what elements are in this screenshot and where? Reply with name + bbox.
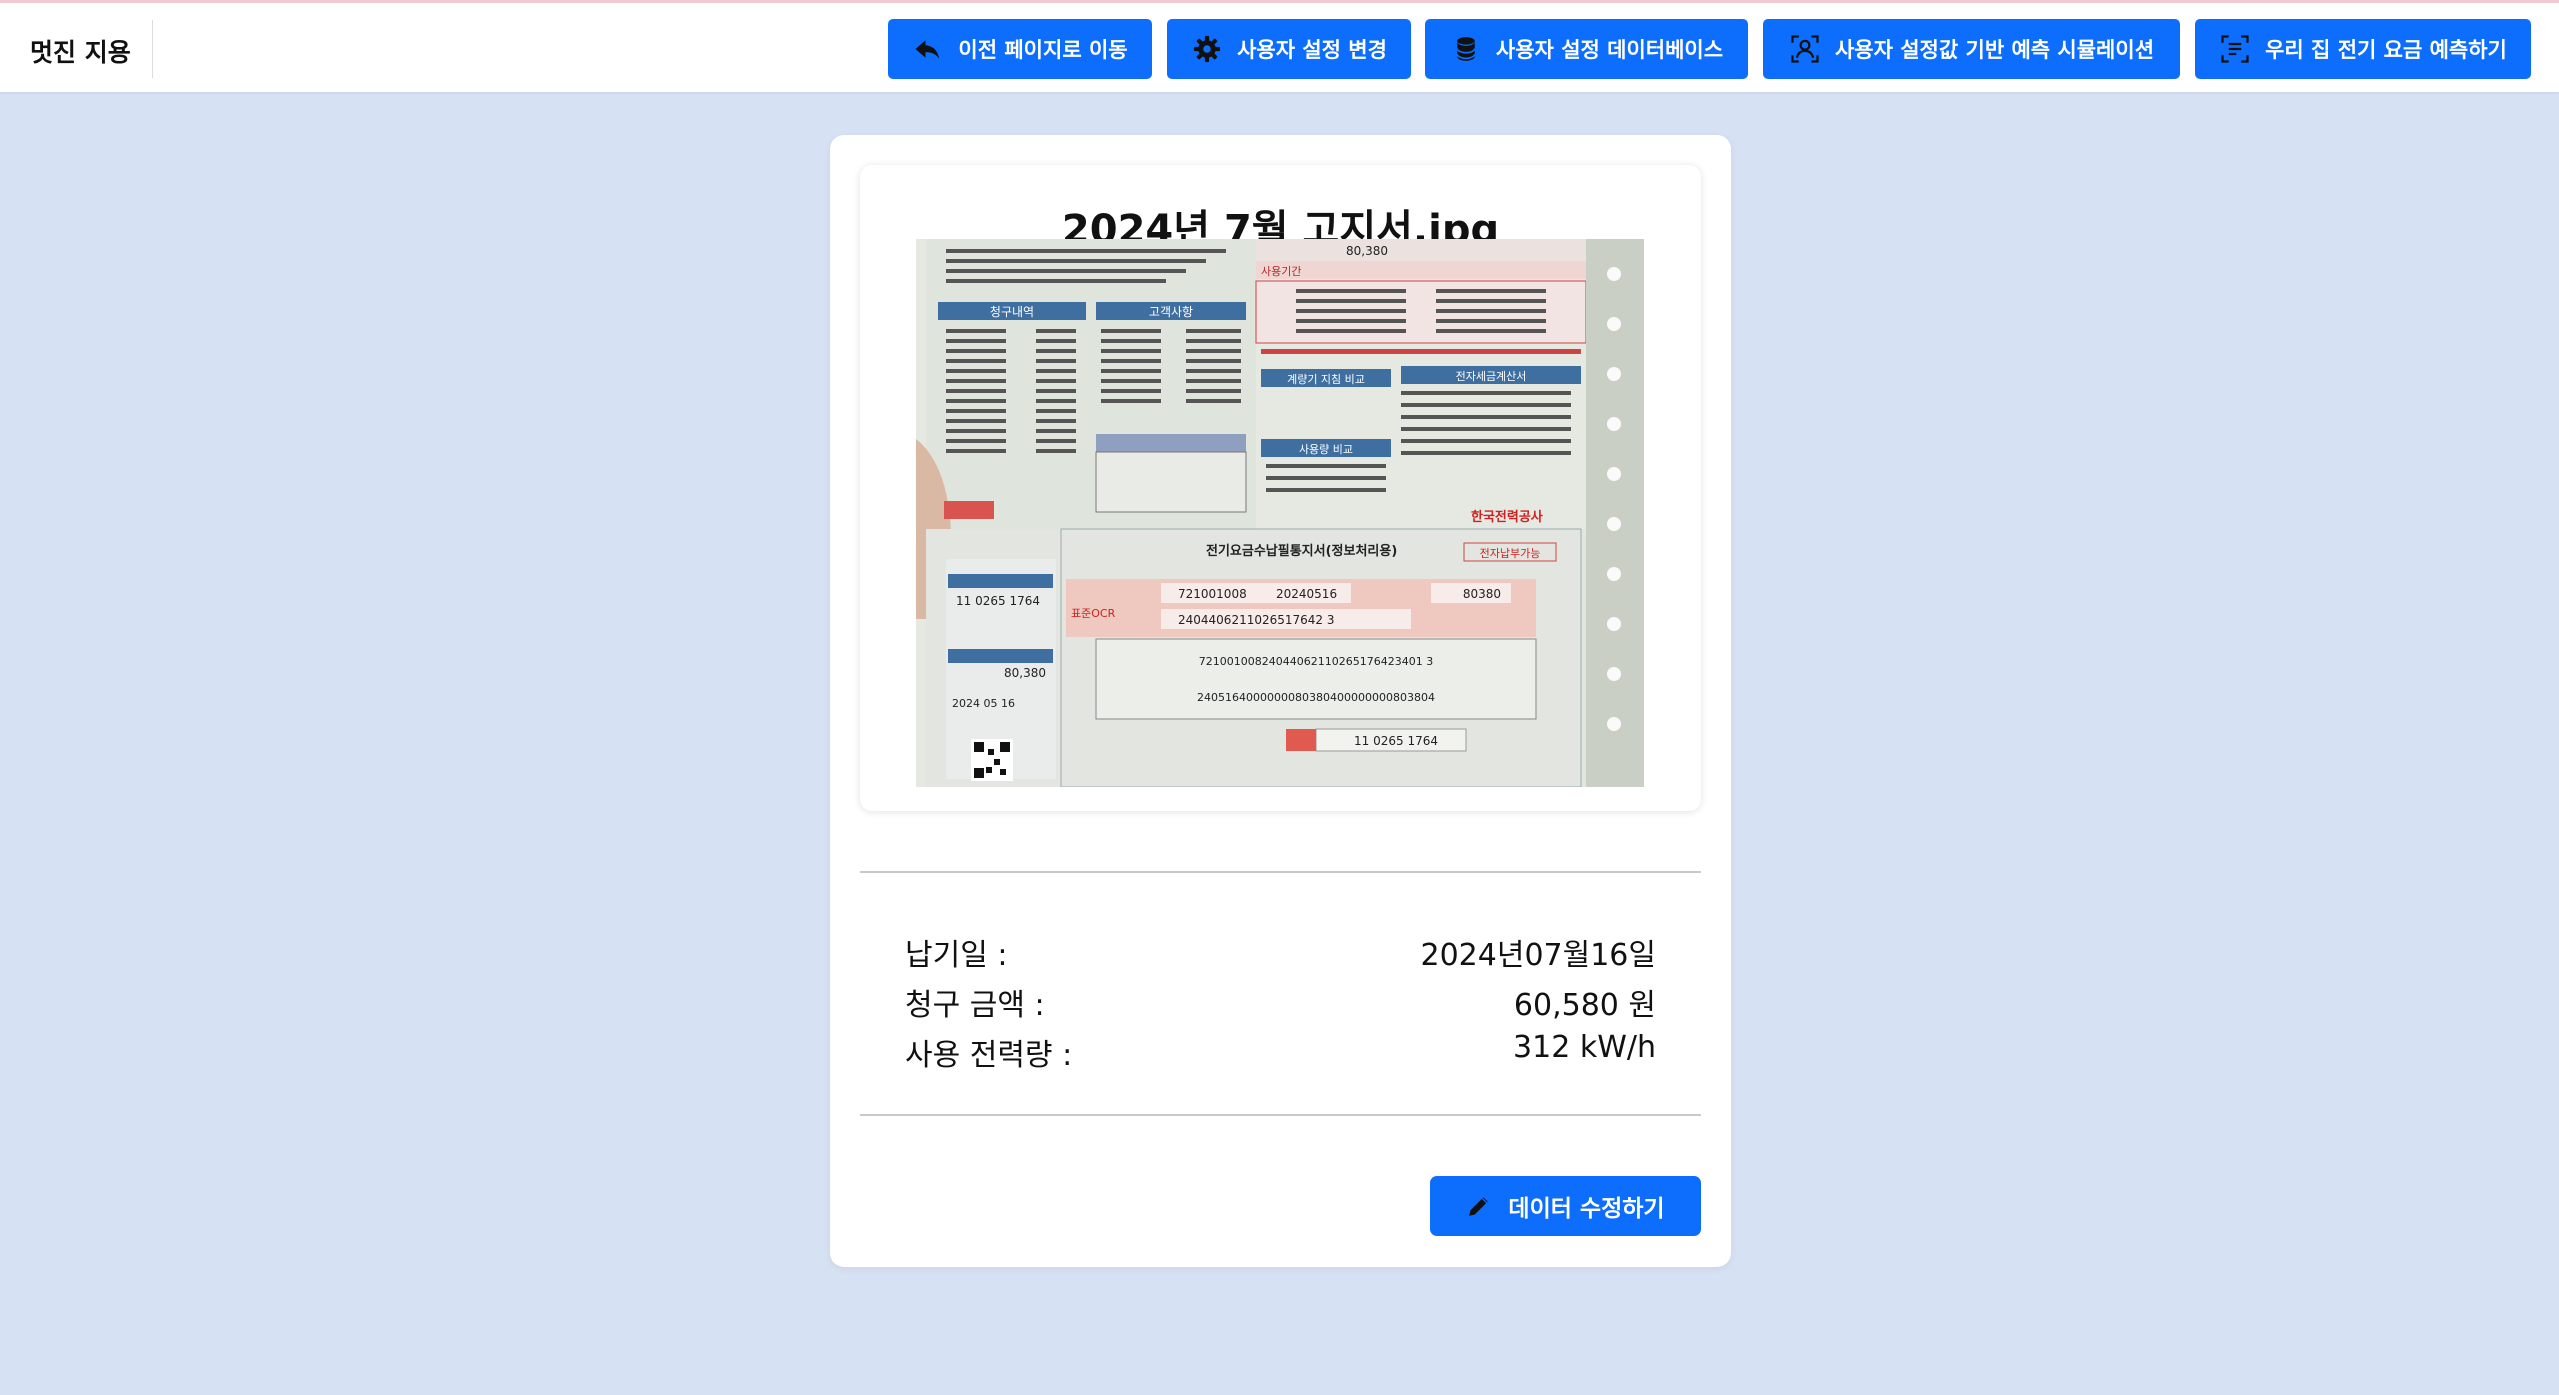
predict-bill-label: 우리 집 전기 요금 예측하기 xyxy=(2265,38,2507,62)
bill-photo-slip-title: 전기요금수납필통지서(정보처리용) xyxy=(1206,543,1397,559)
bill-photo-top-amount: 80,380 xyxy=(1346,244,1388,258)
due-date-value: 2024년07월16일 xyxy=(1420,938,1657,973)
database-icon xyxy=(1450,33,1482,65)
top-navbar: 멋진 지용 이전 페이지로 이동 사용자 설정 변경 사용자 설정 데이터베이스… xyxy=(0,0,2559,92)
user-settings-button[interactable]: 사용자 설정 변경 xyxy=(1167,19,1411,79)
bill-photo-code-a: 721001008 xyxy=(1178,587,1247,601)
bill-image-card: 2024년 7월 고지서.jpg 청구내역 고객사항 80,380 사용기간 계… xyxy=(860,165,1701,811)
bill-photo-ocr-label: 표준OCR xyxy=(1071,607,1116,620)
bill-photo-barcode-1: 72100100824044062110265176423401 3 xyxy=(1199,655,1433,668)
divider-top xyxy=(860,871,1701,873)
settings-database-label: 사용자 설정 데이터베이스 xyxy=(1495,38,1724,62)
user-settings-label: 사용자 설정 변경 xyxy=(1237,38,1387,62)
bill-photo-usage-period: 사용기간 xyxy=(1261,265,1301,278)
bill-photo-meter-header: 계량기 지침 비교 xyxy=(1287,373,1365,386)
bill-photo: 청구내역 고객사항 80,380 사용기간 계량기 지침 비교 전자세금계산서 … xyxy=(916,239,1644,787)
prediction-simulation-label: 사용자 설정값 기반 예측 시뮬레이션 xyxy=(1834,38,2155,62)
bill-photo-left-amount: 80,380 xyxy=(1004,666,1046,680)
user-scan-icon xyxy=(1789,33,1821,65)
bill-photo-account-no: 2404406211026517642 3 xyxy=(1178,613,1335,627)
usage-value: 312 kW/h xyxy=(1513,1030,1656,1065)
brand-divider xyxy=(152,20,153,78)
bill-photo-billing-header: 청구내역 xyxy=(990,305,1034,319)
bill-photo-epay: 전자납부가능 xyxy=(1480,547,1541,560)
divider-bottom xyxy=(860,1114,1701,1116)
settings-database-button[interactable]: 사용자 설정 데이터베이스 xyxy=(1425,19,1748,79)
amount-label: 청구 금액 : xyxy=(905,988,1045,1023)
bill-photo-customer-header: 고객사항 xyxy=(1149,305,1193,319)
reply-arrow-icon xyxy=(912,33,944,65)
bill-photo-customer-no: 11 0265 1764 xyxy=(956,594,1040,608)
bill-photo-qr-code xyxy=(971,739,1013,781)
pencil-icon xyxy=(1466,1193,1492,1219)
back-button-label: 이전 페이지로 이동 xyxy=(958,38,1128,62)
bill-photo-amount-a: 80380 xyxy=(1463,587,1501,601)
document-scan-icon xyxy=(2219,33,2251,65)
prediction-simulation-button[interactable]: 사용자 설정값 기반 예측 시뮬레이션 xyxy=(1763,19,2180,79)
usage-label: 사용 전력량 : xyxy=(905,1038,1073,1073)
due-date-label: 납기일 : xyxy=(905,938,1008,973)
edit-data-label: 데이터 수정하기 xyxy=(1508,1196,1665,1222)
bill-photo-tax-header: 전자세금계산서 xyxy=(1456,370,1527,383)
brand-title[interactable]: 멋진 지용 xyxy=(30,33,131,69)
edit-data-button[interactable]: 데이터 수정하기 xyxy=(1430,1176,1701,1236)
amount-value: 60,580 원 xyxy=(1513,988,1656,1023)
bill-photo-barcode-2: 2405164000000080380400000000803804 xyxy=(1197,691,1435,704)
bill-photo-customer-no-bottom: 11 0265 1764 xyxy=(1354,734,1438,748)
bill-photo-left-due: 2024 05 16 xyxy=(952,697,1015,710)
back-button[interactable]: 이전 페이지로 이동 xyxy=(888,19,1152,79)
bill-photo-code-b: 20240516 xyxy=(1276,587,1337,601)
bill-detail-card: 2024년 7월 고지서.jpg 청구내역 고객사항 80,380 사용기간 계… xyxy=(830,135,1731,1267)
bill-photo-kepco: 한국전력공사 xyxy=(1471,509,1543,525)
bill-photo-usage-compare-header: 사용량 비교 xyxy=(1299,443,1353,456)
gear-icon xyxy=(1191,33,1223,65)
predict-bill-button[interactable]: 우리 집 전기 요금 예측하기 xyxy=(2195,19,2531,79)
